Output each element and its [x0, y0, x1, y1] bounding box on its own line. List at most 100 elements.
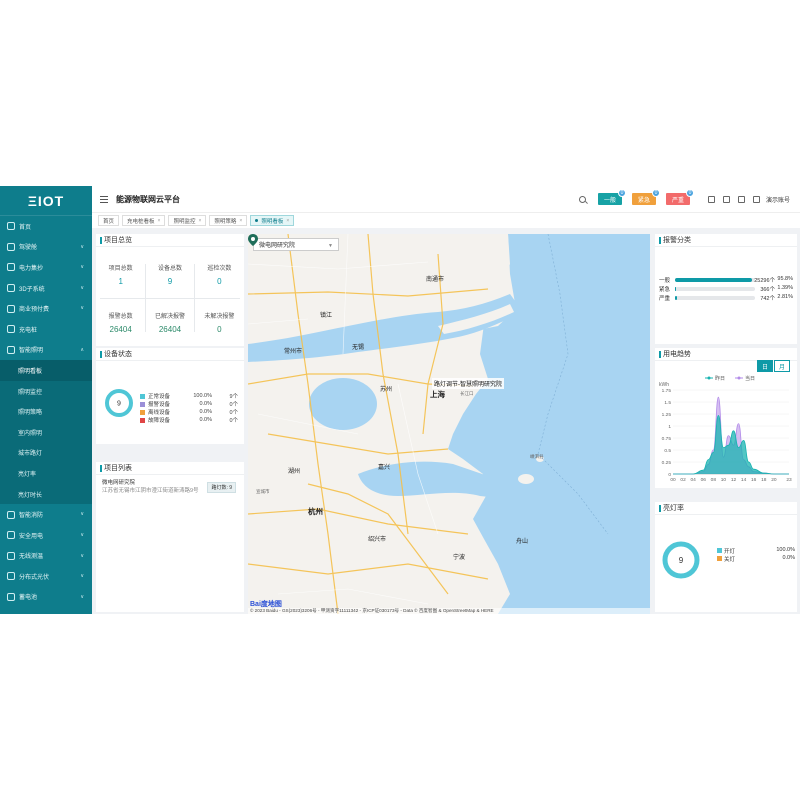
sidebar-item-label: 无线测温 — [19, 554, 44, 561]
menu-icon — [7, 222, 15, 231]
sidebar-item[interactable]: 首页 — [0, 216, 92, 237]
sidebar: ΞIOT 首页 驾驶舱 ∨ 电力集抄 ∨ 3D子系统 ∨ 商业预付费 ∨ 充电桩 智能照明 ∧ 照明看板… — [0, 186, 92, 614]
x-tick-label: 04 — [691, 477, 697, 483]
sidebar-subitem[interactable]: 城市路灯 — [0, 442, 92, 464]
legend-name: 正常设备 — [148, 394, 171, 400]
legend-marker — [737, 376, 741, 380]
map-city-label: 镇江 — [320, 313, 333, 319]
legend-percent: 0.0% — [199, 417, 212, 423]
sidebar-item[interactable]: 充电桩 — [0, 319, 92, 340]
tab-bar: 首页 充电桩看板 × 照明监控 × 照明策略 × 照明看板 × — [92, 212, 800, 228]
stat-value: 9 — [167, 276, 173, 286]
tab[interactable]: 首页 — [98, 215, 120, 226]
close-icon[interactable]: × — [286, 218, 289, 224]
tab-label: 首页 — [103, 218, 115, 225]
map-place-label: 长江口 — [460, 391, 474, 396]
sidebar-item[interactable]: 电力集抄 ∨ — [0, 257, 92, 278]
menu-icon — [7, 325, 15, 334]
map-city-label: 无锡 — [352, 345, 365, 351]
map-pin-icon[interactable] — [248, 234, 258, 246]
stat-cell: 设备总数 9 — [145, 250, 194, 298]
power-trend-chart: 昨日 当日 kWh1.75 1.5 1.25 1 0.75 0.5 0.25 000 02 04 06 0… — [659, 375, 792, 483]
stat-cell: 报警总数 26404 — [96, 298, 145, 346]
legend-name: 关灯 — [724, 557, 736, 563]
alarm-category-row: 一般 25296个 95.8% — [659, 276, 793, 285]
map-city-label: 宁波 — [453, 555, 466, 561]
legend-label: 当日 — [745, 375, 755, 382]
x-tick-label: 16 — [751, 477, 757, 483]
y-axis-unit: kWh — [659, 382, 669, 388]
stat-label: 未解决报警 — [204, 313, 235, 320]
sidebar-item-label: 电力集抄 — [19, 265, 44, 272]
month-toggle-button[interactable]: 月 — [774, 360, 790, 372]
sidebar-subitem[interactable]: 室内照明 — [0, 421, 92, 443]
power-trend-panel: 用电趋势 日 月 昨日 当日 kWh 1.75 1.5 1.25 1 0.75 0.5 0.25 0… — [655, 348, 797, 488]
day-toggle-button[interactable]: 日 — [757, 360, 773, 372]
project-address: 江苏省无锡市江阴市澄江街道新涛路9号 — [102, 488, 199, 494]
stat-label: 巡检次数 — [207, 265, 232, 272]
user-name[interactable]: 演示账号 — [766, 195, 790, 204]
menu-toggle-icon[interactable] — [100, 195, 108, 203]
map-city-label: 舟山 — [516, 539, 529, 545]
sidebar-subitem[interactable]: 照明策略 — [0, 401, 92, 422]
map-canvas — [248, 234, 650, 614]
legend-swatch — [140, 409, 145, 415]
close-icon[interactable]: × — [158, 218, 161, 224]
map-marker-label[interactable]: 路灯调节-智慧照明研究院 — [432, 378, 504, 389]
sidebar-subitem[interactable]: 照明监控 — [0, 380, 92, 402]
y-tick-label: 1 — [668, 424, 671, 430]
legend-row: 报警设备 0.0% 0个 — [140, 400, 240, 408]
legend-count: 0个 — [229, 402, 238, 408]
alarm-level-label: 紧急 — [637, 197, 650, 204]
map-view[interactable]: 微电网研究院 ▼ 路灯调节-智慧照明研究院 上海 杭州 镇江 南通市 苏州 嘉兴… — [248, 234, 650, 614]
sidebar-item[interactable]: 驾驶舱 ∨ — [0, 237, 92, 258]
sidebar-item-label: 安全用电 — [19, 533, 44, 540]
sidebar-item[interactable]: 智能消防 ∨ — [0, 504, 92, 525]
tab[interactable]: 照明策略 × — [209, 215, 248, 226]
sidebar-item[interactable]: 无线测温 ∨ — [0, 546, 92, 567]
menu-icon — [7, 263, 15, 272]
sidebar-item[interactable]: 商业预付费 ∨ — [0, 298, 92, 319]
y-tick-label: 0.25 — [662, 460, 672, 466]
stat-cell: 已解决报警 26404 — [145, 298, 194, 346]
sidebar-item[interactable]: 智能照明 ∧ — [0, 340, 92, 361]
y-tick-label: 1.75 — [662, 388, 672, 394]
alarm-level-button[interactable]: 严重 0 — [665, 189, 694, 205]
chevron-down-icon: ▼ — [328, 243, 333, 249]
sidebar-item-label: 智能消防 — [19, 513, 44, 520]
close-icon[interactable]: × — [198, 218, 201, 224]
project-select[interactable]: 微电网研究院 ▼ — [253, 238, 339, 251]
tab-label: 照明监控 — [173, 218, 196, 225]
volume-icon[interactable] — [707, 195, 715, 203]
legend-row: 正常设备 100.0% 9个 — [140, 392, 240, 400]
alarm-level-button[interactable]: 紧急 0 — [631, 189, 660, 205]
close-icon[interactable]: × — [239, 218, 242, 224]
x-tick-label: 14 — [741, 477, 747, 483]
fullscreen-icon[interactable] — [737, 195, 745, 203]
sidebar-item-label: 充电桩 — [19, 327, 38, 334]
sidebar-subitem[interactable]: 照明看板 — [0, 360, 92, 381]
tab-label: 照明策略 — [214, 218, 237, 225]
map-city-label: 上海 — [430, 390, 445, 399]
alarm-level-button[interactable]: 一般 0 — [597, 189, 626, 205]
active-dot-icon — [255, 219, 259, 222]
tab[interactable]: 充电桩看板 × — [122, 215, 166, 226]
sidebar-item[interactable]: 分布式光伏 ∨ — [0, 566, 92, 587]
tab[interactable]: 照明看板 × — [250, 215, 295, 226]
chevron-down-icon: ∨ — [80, 243, 84, 250]
sidebar-subitem[interactable]: 亮灯率 — [0, 463, 92, 484]
sidebar-item[interactable]: 蓄电池 ∨ — [0, 587, 92, 608]
project-list-item[interactable]: 微电网研究院 江苏省无锡市江阴市澄江街道新涛路9号 路灯数: 9 — [102, 478, 240, 498]
search-icon[interactable] — [578, 195, 586, 203]
image-icon[interactable] — [722, 195, 730, 203]
sidebar-item[interactable]: 3D子系统 ∨ — [0, 278, 92, 299]
sidebar-subitem[interactable]: 亮灯时长 — [0, 483, 92, 505]
map-city-label: 杭州 — [308, 507, 323, 516]
shirt-theme-icon[interactable] — [752, 195, 760, 203]
tab[interactable]: 照明监控 × — [168, 215, 207, 226]
x-tick-label: 00 — [670, 477, 676, 483]
sidebar-item[interactable]: 安全用电 ∨ — [0, 525, 92, 546]
menu-icon — [7, 551, 15, 560]
sidebar-subitem-label: 亮灯率 — [18, 471, 37, 478]
project-list-panel: 项目列表 微电网研究院 江苏省无锡市江阴市澄江街道新涛路9号 路灯数: 9 — [96, 462, 244, 612]
